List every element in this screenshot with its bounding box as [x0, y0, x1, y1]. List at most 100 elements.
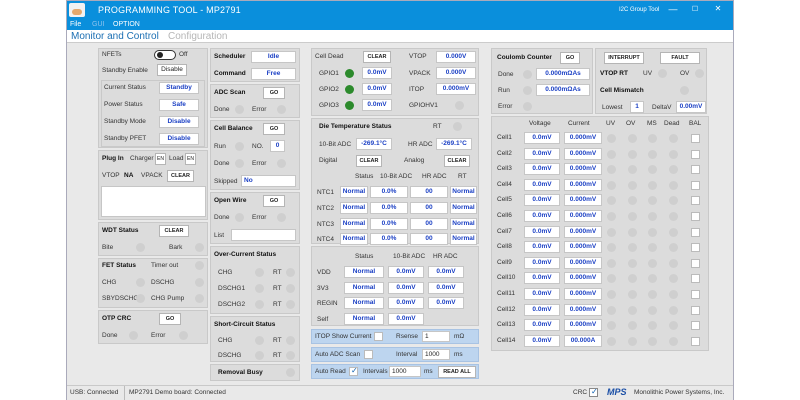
tab-monitor-control[interactable]: Monitor and Control	[71, 31, 159, 42]
interval-input[interactable]: 1000	[422, 349, 450, 360]
close-button[interactable]: ✕	[712, 4, 724, 13]
minimize-button[interactable]: —	[667, 4, 679, 14]
load-en-button[interactable]: EN	[185, 153, 196, 165]
maximize-button[interactable]: ☐	[689, 5, 701, 13]
cell-bal-checkbox[interactable]	[691, 180, 700, 190]
cell-bal-checkbox[interactable]	[691, 336, 700, 346]
sc-chg-rt-led-icon	[286, 336, 295, 345]
mps-logo-icon: MPS	[607, 387, 627, 397]
cell-bal-checkbox[interactable]	[691, 243, 700, 253]
regin-adc: 0.0mV	[388, 297, 424, 309]
cell-bal-checkbox[interactable]	[691, 165, 700, 175]
interval-label: Interval	[396, 351, 418, 358]
cell-voltage: 0.0mV	[524, 288, 560, 300]
removal-panel: Removal Busy	[210, 364, 300, 381]
menu-file[interactable]: File	[70, 21, 81, 28]
cell-bal-checkbox[interactable]	[691, 305, 700, 315]
cell-dead-led-icon	[669, 243, 678, 253]
cell-bal-checkbox[interactable]	[691, 212, 700, 221]
adc-scan-go-button[interactable]: GO	[263, 87, 285, 99]
cc-go-button[interactable]: GO	[560, 52, 580, 64]
read-all-button[interactable]: READ ALL	[438, 366, 476, 378]
menu-gui[interactable]: GUI	[92, 21, 104, 28]
cell-bal-checkbox[interactable]	[691, 134, 700, 143]
rsense-label: Rsense	[396, 333, 419, 340]
cell-bal-checkbox[interactable]	[691, 290, 700, 299]
cell-bal-checkbox[interactable]	[691, 196, 700, 206]
nfets-toggle[interactable]	[154, 50, 176, 60]
cell-uv-led-icon	[607, 196, 616, 206]
regin-status: Normal	[344, 297, 384, 309]
chg-pump-label: CHG Pump	[151, 295, 185, 302]
cc-error-label: Error	[498, 103, 513, 110]
open-wire-go-button[interactable]: GO	[263, 195, 285, 207]
standby-enable-button[interactable]: Disable	[157, 64, 187, 76]
cell-uv-led-icon	[607, 290, 616, 299]
interrupt-button[interactable]: INTERRUPT	[604, 52, 644, 64]
v-header-adc: 10-Bit ADC	[393, 253, 426, 260]
regin-label: REGIN	[317, 300, 338, 307]
cell-ms-led-icon	[648, 274, 657, 284]
plug-in-label: Plug In	[102, 155, 124, 162]
plug-clear-button[interactable]: CLEAR	[167, 170, 194, 182]
cc-run-label: Run	[498, 87, 510, 94]
crc-checkbox[interactable]	[589, 387, 598, 397]
cb-error-led-icon	[277, 159, 286, 168]
scheduler-panel: Scheduler Idle Command Free	[210, 48, 300, 82]
gpio3-label: GPIO3	[319, 102, 339, 109]
tab-configuration[interactable]: Configuration	[168, 31, 227, 42]
cells-header-dead: Dead	[664, 120, 680, 127]
analog-clear-button[interactable]: CLEAR	[444, 155, 470, 167]
cell-bal-checkbox[interactable]	[691, 149, 700, 159]
fault-button[interactable]: FAULT	[660, 52, 700, 64]
sc-chg-rt-label: RT	[273, 337, 282, 344]
cell-bal-checkbox[interactable]	[691, 258, 700, 268]
cells-header-ms: MS	[647, 120, 657, 127]
cell-balance-label: Cell Balance	[214, 125, 253, 132]
ntc1-adc: 0.0%	[370, 186, 408, 198]
otp-done-led-icon	[129, 331, 138, 340]
wdt-panel: WDT Status CLEAR Bite Bark	[98, 222, 208, 256]
cell-ov-led-icon	[628, 336, 637, 346]
cell-dead-clear-button[interactable]: CLEAR	[363, 51, 391, 63]
standby-mode-value: Disable	[159, 116, 199, 128]
cell-voltage: 0.0mV	[524, 272, 560, 285]
wdt-clear-button[interactable]: CLEAR	[159, 225, 189, 237]
vtop-ov-label: OV	[680, 70, 690, 77]
cell-bal-checkbox[interactable]	[691, 227, 700, 237]
vpack-label: VPACK	[141, 172, 163, 179]
short-circuit-label: Short-Circuit Status	[214, 321, 276, 328]
v3v3-status: Normal	[344, 282, 384, 294]
company-name: Monolithic Power Systems, Inc.	[634, 389, 725, 396]
charger-en-button[interactable]: EN	[155, 153, 166, 165]
ntc1-rt: Normal	[450, 186, 477, 198]
digital-clear-button[interactable]: CLEAR	[356, 155, 382, 167]
menu-option[interactable]: OPTION	[113, 21, 140, 28]
over-current-panel: Over-Current Status CHG RT DSCHG1 RT DSC…	[210, 246, 300, 314]
v3v3-adc: 0.0mV	[388, 282, 424, 294]
intervals-input[interactable]: 1000	[389, 366, 421, 377]
cell-bal-checkbox[interactable]	[691, 321, 700, 331]
cell-balance-go-button[interactable]: GO	[263, 123, 285, 135]
cc-done-label: Done	[498, 71, 514, 78]
cb-done-label: Done	[214, 160, 230, 167]
board-status: MP2791 Demo board: Connected	[129, 389, 226, 396]
intervals-unit: ms	[424, 368, 433, 375]
cell-bal-checkbox[interactable]	[691, 274, 700, 284]
cb-done-led-icon	[235, 159, 244, 168]
rsense-input[interactable]: 1	[422, 331, 450, 342]
itop-show-checkbox[interactable]	[374, 332, 383, 341]
oc-dschg1-rt-label: RT	[273, 285, 282, 292]
auto-read-checkbox[interactable]	[349, 366, 358, 376]
cell-voltage: 0.0mV	[524, 163, 560, 176]
auto-adc-checkbox[interactable]	[364, 350, 373, 359]
group-tool-label: I2C Group Tool	[619, 7, 660, 13]
cell-name: Cell12	[497, 305, 516, 313]
v3v3-hr: 0.0mV	[428, 282, 464, 294]
skipped-value: No	[241, 175, 296, 187]
cell-mismatch-led-icon	[680, 86, 689, 95]
cell-name: Cell11	[497, 290, 515, 297]
otp-error-led-icon	[179, 331, 188, 340]
analog-label: Analog	[404, 157, 425, 164]
otp-go-button[interactable]: GO	[159, 313, 181, 325]
